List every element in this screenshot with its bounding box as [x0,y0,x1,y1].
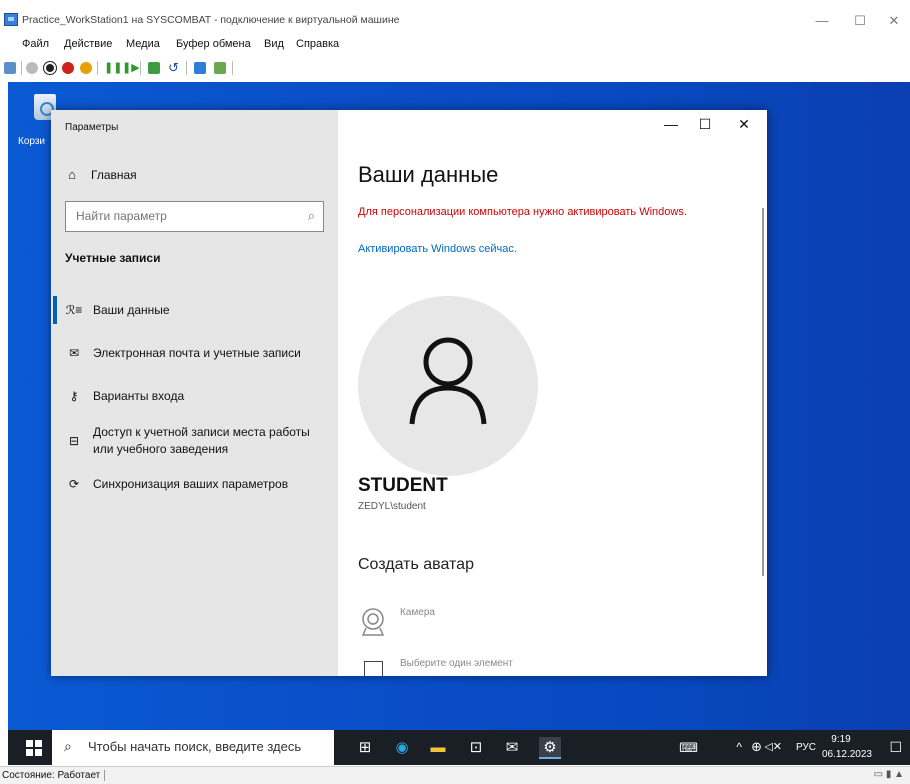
taskbar-search-placeholder: Чтобы начать поиск, введите здесь [88,739,302,754]
settings-sidebar: Параметры ⌂ Главная ⌕ Учетные записи ℛ≡ В… [51,110,338,676]
keyboard-icon[interactable]: ⌨ [679,740,698,756]
home-label: Главная [91,168,137,182]
section-title: Учетные записи [65,251,161,265]
task-view-icon[interactable]: ⊞ [354,737,376,759]
mail-icon[interactable]: ✉ [501,737,523,759]
browse-icon [364,661,383,676]
start-button[interactable] [26,740,42,756]
store-icon[interactable]: ⊡ [465,737,487,759]
network-icon[interactable]: ⊕ [751,739,762,755]
settings-content: — ☐ ✕ Ваши данные Для персонализации ком… [338,110,767,676]
shutdown-icon[interactable] [62,62,74,74]
settings-window-title: Параметры [65,122,119,133]
camera-option[interactable]: Камера [358,604,558,636]
search-icon: ⌕ [64,738,72,754]
menu-action[interactable]: Действие [64,38,112,50]
clock-date[interactable]: 06.12.2023 [822,749,872,760]
search-icon: ⌕ [307,208,315,223]
ctrl-alt-del-icon[interactable] [4,62,16,74]
avatar [358,296,538,476]
vm-status: Состояние: Работает [2,770,106,781]
menu-view[interactable]: Вид [264,38,284,50]
status-icons: ▭ ▮ ▲ [873,769,904,780]
create-avatar-title: Создать аватар [358,556,474,573]
resume-icon[interactable]: ❚▶ [122,62,140,74]
host-titlebar: Practice_WorkStation1 на SYSCOMBAT - под… [0,10,910,32]
camera-icon [361,608,385,636]
enhanced-session-icon[interactable] [194,62,206,74]
briefcase-icon: ⊟ [68,434,80,448]
nav-label: Ваши данные [93,303,170,317]
pause-icon[interactable]: ❚❚ [104,62,122,74]
user-name: STUDENT [358,475,448,496]
user-domain: ZEDYL\student [358,501,426,512]
sync-icon: ⟳ [68,477,80,491]
activation-warning: Для персонализации компьютера нужно акти… [358,206,687,218]
menu-file[interactable]: Файл [22,38,49,50]
person-list-icon: ℛ≡ [65,303,83,317]
page-title: Ваши данные [358,162,499,187]
camera-label: Камера [400,607,435,618]
volume-muted-icon[interactable]: ◁✕ [764,740,782,753]
edge-icon[interactable]: ◉ [391,737,413,759]
host-title: Practice_WorkStation1 на SYSCOMBAT - под… [22,14,400,26]
revert-icon[interactable]: ↺ [168,61,180,74]
vm-connection-icon [4,13,18,26]
menu-help[interactable]: Справка [296,38,339,50]
settings-search-input[interactable] [76,209,286,223]
minimize-button[interactable]: — [660,116,682,132]
activate-windows-link[interactable]: Активировать Windows сейчас. [358,243,517,255]
settings-window: Параметры ⌂ Главная ⌕ Учетные записи ℛ≡ В… [51,110,767,676]
maximize-button[interactable]: ☐ [694,116,716,133]
share-icon[interactable] [214,62,226,74]
notification-icon[interactable]: ☐ [889,739,902,756]
user-icon [409,337,487,425]
pick-label: Выберите один элемент [400,658,513,669]
clock-time[interactable]: 9:19 [821,734,861,745]
host-maximize-button[interactable]: ☐ [850,13,870,29]
settings-search-box[interactable]: ⌕ [65,201,324,232]
host-toolbar: ❚❚ ❚▶ ↺ [0,58,910,80]
host-statusbar: Состояние: Работает ▭ ▮ ▲ [0,766,910,784]
menu-clipboard[interactable]: Буфер обмена [176,38,251,50]
nav-label: Электронная почта и учетные записи [93,346,301,360]
mail-icon: ✉ [68,346,80,360]
taskbar-search[interactable]: ⌕ Чтобы начать поиск, введите здесь [52,730,334,765]
taskbar: ⌕ Чтобы начать поиск, введите здесь ⊞ ◉ … [8,730,910,765]
language-indicator[interactable]: РУС [796,742,816,753]
settings-gear-icon[interactable]: ⚙ [539,737,561,759]
nav-label: Синхронизация ваших параметров [93,477,289,491]
turn-off-icon[interactable] [44,62,56,74]
nav-label: Варианты входа [93,389,185,403]
menu-media[interactable]: Медиа [126,38,160,50]
power-icon[interactable] [80,62,92,74]
chevron-up-icon[interactable]: ^ [736,740,742,754]
start-vm-icon[interactable] [26,62,38,74]
home-nav-item[interactable]: ⌂ Главная [65,167,137,182]
home-icon: ⌂ [68,167,76,182]
host-minimize-button[interactable]: — [812,13,832,28]
checkpoint-icon[interactable] [148,62,160,74]
file-explorer-icon[interactable]: ▬ [427,737,449,759]
pick-item-option[interactable]: Выберите один элемент [358,657,578,676]
nav-label: Доступ к учетной записи места работы или… [93,425,310,456]
key-icon: ⚷ [69,389,79,403]
scrollbar[interactable] [762,208,764,576]
close-button[interactable]: ✕ [733,116,755,133]
host-close-button[interactable]: ✕ [884,13,904,29]
hyperv-host-window: Practice_WorkStation1 на SYSCOMBAT - под… [0,0,910,784]
recycle-bin-label: Корзи [18,136,46,147]
